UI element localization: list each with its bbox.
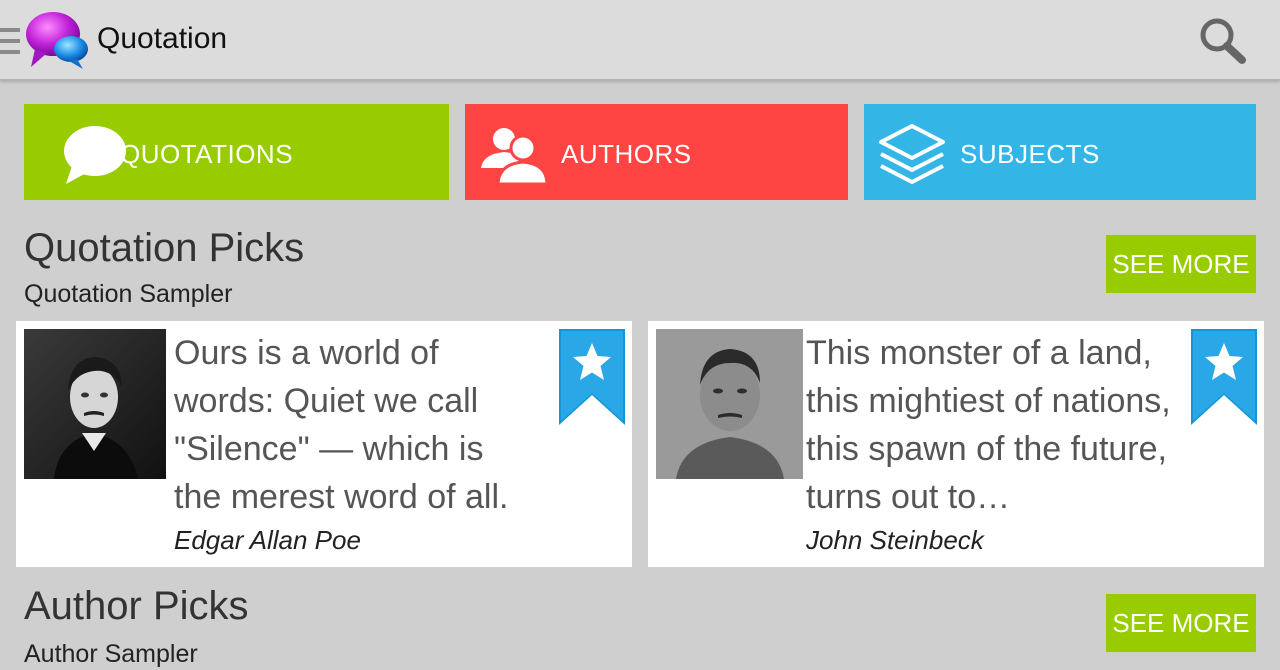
authors-tile[interactable]: AUTHORS	[465, 104, 848, 200]
subjects-tile-label: SUBJECTS	[960, 139, 1100, 169]
app-bar: Quotation	[0, 0, 1280, 81]
quotations-tile[interactable]: QUOTATIONS	[24, 104, 449, 200]
quote-author[interactable]: John Steinbeck	[806, 525, 984, 556]
author-picks-subtitle: Author Sampler	[24, 640, 198, 668]
quote-text: This monster of a land, this mightiest o…	[806, 334, 1171, 516]
quote-card[interactable]: Ours is a world of words: Quiet we call …	[16, 321, 632, 567]
layers-icon	[879, 124, 945, 184]
quotation-picks-subtitle: Quotation Sampler	[24, 280, 233, 308]
app-title: Quotation	[97, 22, 228, 55]
author-picks-title: Author Picks	[24, 584, 249, 628]
speech-bubble-icon	[64, 126, 126, 184]
star-bookmark-icon[interactable]	[1191, 329, 1257, 425]
drawer-menu-icon[interactable]	[0, 26, 22, 56]
star-bookmark-icon[interactable]	[559, 329, 625, 425]
subjects-tile[interactable]: SUBJECTS	[864, 104, 1256, 200]
app-logo-icon[interactable]	[25, 9, 89, 71]
search-icon[interactable]	[1196, 16, 1248, 64]
quote-card[interactable]: This monster of a land, this mightiest o…	[648, 321, 1264, 567]
author-picks-see-more-button[interactable]: SEE MORE	[1106, 594, 1256, 652]
quote-text: Ours is a world of words: Quiet we call …	[174, 334, 509, 516]
quote-author[interactable]: Edgar Allan Poe	[174, 525, 361, 556]
author-portrait-poe	[24, 329, 166, 479]
quotations-tile-label: QUOTATIONS	[120, 139, 294, 169]
authors-tile-label: AUTHORS	[561, 139, 692, 169]
quotation-picks-title: Quotation Picks	[24, 226, 305, 270]
quotation-picks-see-more-button[interactable]: SEE MORE	[1106, 235, 1256, 293]
author-portrait-steinbeck	[656, 329, 803, 479]
people-icon	[481, 128, 547, 184]
